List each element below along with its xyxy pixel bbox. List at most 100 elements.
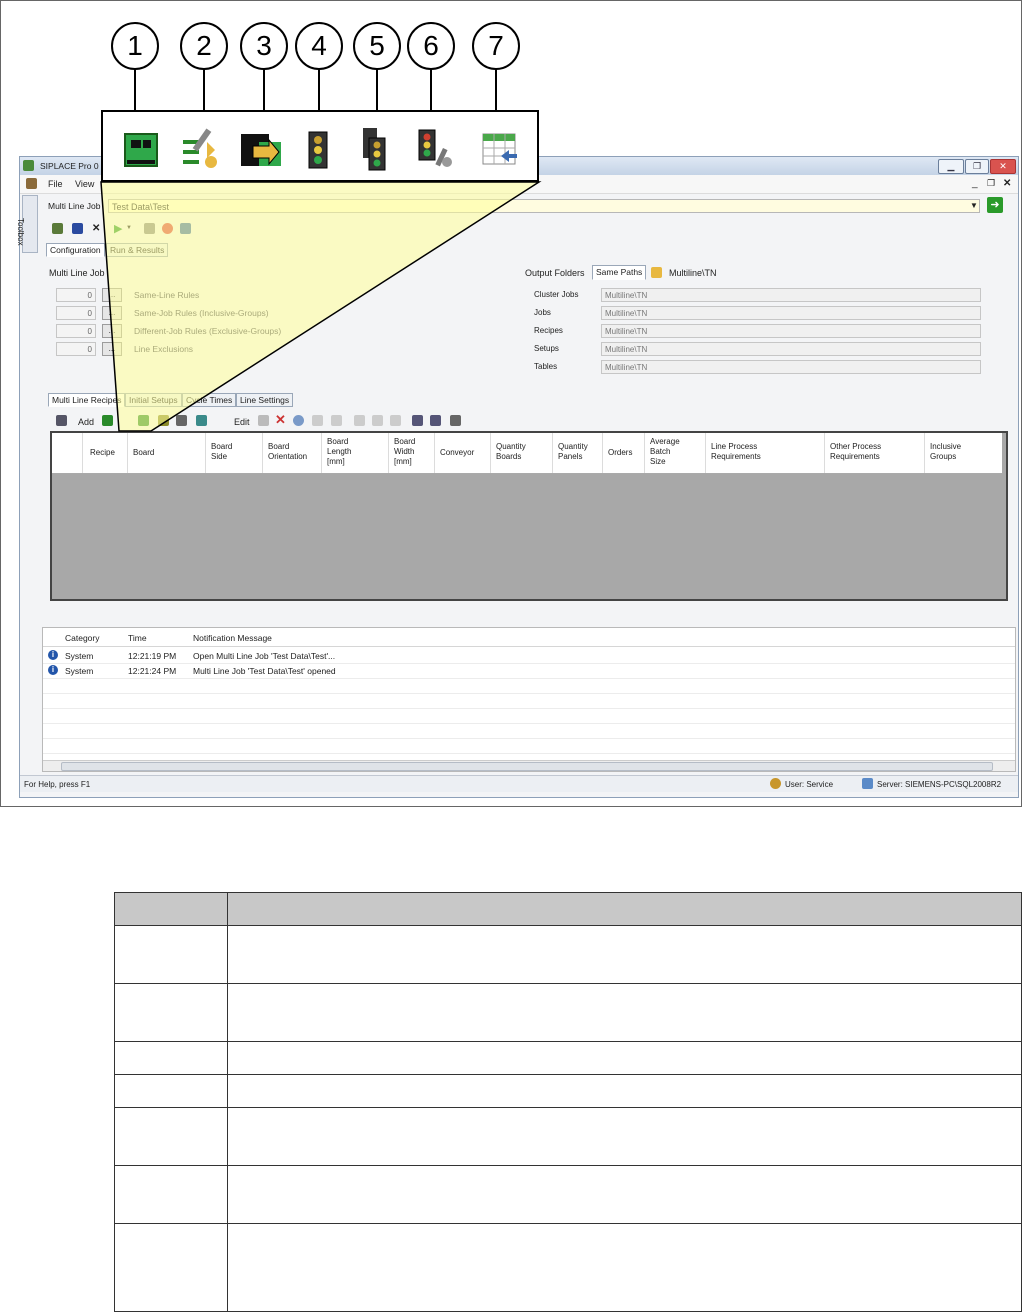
column-header-line: Inclusive — [930, 442, 962, 451]
subtab-multi-line-recipes[interactable]: Multi Line Recipes — [48, 393, 126, 407]
filter-icon[interactable] — [412, 415, 423, 426]
minimize-button[interactable]: ▁ — [938, 159, 964, 174]
run-dropdown-icon[interactable]: ▼ — [126, 225, 132, 231]
column-header[interactable]: Quantity Panels — [558, 442, 588, 462]
column-header-line: Quantity — [496, 442, 526, 451]
mdi-close-icon[interactable]: ✕ — [1003, 178, 1011, 189]
column-header[interactable]: Board Width [mm] — [394, 437, 415, 467]
column-header[interactable]: Board Orientation — [268, 442, 307, 462]
columns-icon[interactable] — [430, 415, 441, 426]
edit-button[interactable]: Edit — [234, 417, 250, 427]
log-row[interactable]: i System 12:21:24 PM Multi Line Job 'Test D… — [43, 663, 1015, 679]
output-folders-label: Output Folders — [525, 268, 585, 278]
folder-icon[interactable] — [651, 267, 662, 278]
folder-path-field[interactable]: Multiline\TN — [601, 342, 981, 356]
chevron-down-icon[interactable]: ▼ — [970, 201, 978, 210]
log-horizontal-scrollbar[interactable] — [43, 760, 1015, 771]
menu-view[interactable]: View — [75, 179, 94, 189]
column-header[interactable]: Conveyor — [440, 448, 474, 458]
add-recipe-icon[interactable] — [176, 415, 187, 426]
split-view-icon[interactable] — [372, 415, 383, 426]
subtab-initial-setups[interactable]: Initial Setups — [125, 393, 182, 407]
subtab-line-settings[interactable]: Line Settings — [236, 393, 294, 407]
add-line-icon[interactable] — [158, 415, 169, 426]
rule-count-field[interactable]: 0 — [56, 288, 96, 302]
column-separator — [924, 433, 925, 473]
log-column-header[interactable]: Time — [128, 633, 147, 643]
column-header-line: Line Process — [711, 442, 758, 451]
server-icon — [862, 778, 873, 789]
link-icon[interactable] — [293, 415, 304, 426]
add-setup-icon[interactable] — [138, 415, 149, 426]
tab-configuration[interactable]: Configuration — [46, 243, 105, 257]
delete-icon[interactable]: ✕ — [275, 412, 286, 428]
job-select[interactable]: Test Data\Test — [108, 199, 980, 213]
export-icon[interactable] — [144, 223, 155, 234]
column-header-line: Requirements — [830, 452, 880, 461]
column-header[interactable]: Recipe — [90, 448, 115, 458]
status-help-text: For Help, press F1 — [24, 780, 91, 789]
column-header-line: Board — [133, 448, 155, 457]
column-header[interactable]: Board Length [mm] — [327, 437, 351, 467]
folder-path-field[interactable]: Multiline\TN — [601, 360, 981, 374]
folder-path-field[interactable]: Multiline\TN — [601, 288, 981, 302]
rule-browse-button[interactable]: ... — [102, 288, 122, 302]
close-window-button[interactable]: ✕ — [990, 159, 1016, 174]
toolbox-tab[interactable]: Toolbox — [16, 195, 38, 253]
rule-browse-button[interactable]: ... — [102, 306, 122, 320]
column-header[interactable]: Inclusive Groups — [930, 442, 961, 462]
untag-icon[interactable] — [331, 415, 342, 426]
stop-icon[interactable] — [162, 223, 173, 234]
log-row[interactable]: i System 12:21:19 PM Open Multi Line Job 'T… — [43, 648, 1015, 664]
column-header[interactable]: Board — [133, 448, 154, 458]
run-icon[interactable]: ▶ — [114, 222, 122, 235]
table-view-icon[interactable] — [390, 415, 401, 426]
add-table-icon-large — [482, 133, 517, 165]
callout-legend-table — [114, 892, 1022, 1312]
grid-view-icon[interactable] — [354, 415, 365, 426]
folder-path-field[interactable]: Multiline\TN — [601, 324, 981, 338]
log-column-header[interactable]: Category — [65, 633, 100, 643]
add-board-icon[interactable] — [102, 415, 113, 426]
log-scroll-thumb[interactable] — [61, 762, 993, 771]
column-header[interactable]: Line Process Requirements — [711, 442, 761, 462]
column-header[interactable]: Orders — [608, 448, 632, 458]
log-column-header[interactable]: Notification Message — [193, 633, 272, 643]
mdi-restore-icon[interactable]: ❐ — [987, 178, 995, 189]
add-button[interactable]: Add — [78, 417, 94, 427]
screenshot-frame: 1234567 SIPLACE Pro 0 ▁ ❐ ✕ File View _ … — [0, 0, 1022, 807]
close-job-icon[interactable]: ✕ — [92, 223, 100, 234]
column-header[interactable]: Average Batch Size — [650, 437, 680, 467]
go-arrow-icon[interactable]: ➜ — [987, 197, 1003, 213]
optimize-icon[interactable] — [180, 223, 191, 234]
save-icon[interactable] — [72, 223, 83, 234]
menu-file[interactable]: File — [48, 179, 63, 189]
log-empty-row — [43, 708, 1015, 724]
job-settings-icon[interactable] — [52, 223, 63, 234]
properties-icon[interactable] — [258, 415, 269, 426]
folder-path-field[interactable]: Multiline\TN — [601, 306, 981, 320]
mdi-minimize-icon[interactable]: _ — [972, 178, 978, 189]
log-empty-row — [43, 678, 1015, 694]
rule-browse-button[interactable]: ... — [102, 324, 122, 338]
rule-count-field[interactable]: 0 — [56, 342, 96, 356]
grid-menu-icon[interactable] — [56, 415, 67, 426]
callout-1: 1 — [111, 22, 159, 70]
tag-icon[interactable] — [312, 415, 323, 426]
restore-button[interactable]: ❐ — [965, 159, 989, 174]
column-header[interactable]: Board Side — [211, 442, 232, 462]
rule-count-field[interactable]: 0 — [56, 306, 96, 320]
table-row — [114, 1223, 1022, 1312]
rule-browse-button[interactable]: ... — [102, 342, 122, 356]
rule-count-field[interactable]: 0 — [56, 324, 96, 338]
add-table-icon[interactable] — [196, 415, 207, 426]
subtab-cycle-times[interactable]: Cycle Times — [182, 393, 237, 407]
column-header[interactable]: Other Process Requirements — [830, 442, 881, 462]
same-paths-button[interactable]: Same Paths — [592, 265, 647, 280]
column-header-line: Groups — [930, 452, 957, 461]
column-header[interactable]: Quantity Boards — [496, 442, 526, 462]
tab-run-results[interactable]: Run & Results — [106, 243, 169, 257]
log-time: 12:21:24 PM — [128, 666, 177, 676]
status-server: Server: SIEMENS-PC\SQL2008R2 — [877, 780, 1002, 789]
print-icon[interactable] — [450, 415, 461, 426]
